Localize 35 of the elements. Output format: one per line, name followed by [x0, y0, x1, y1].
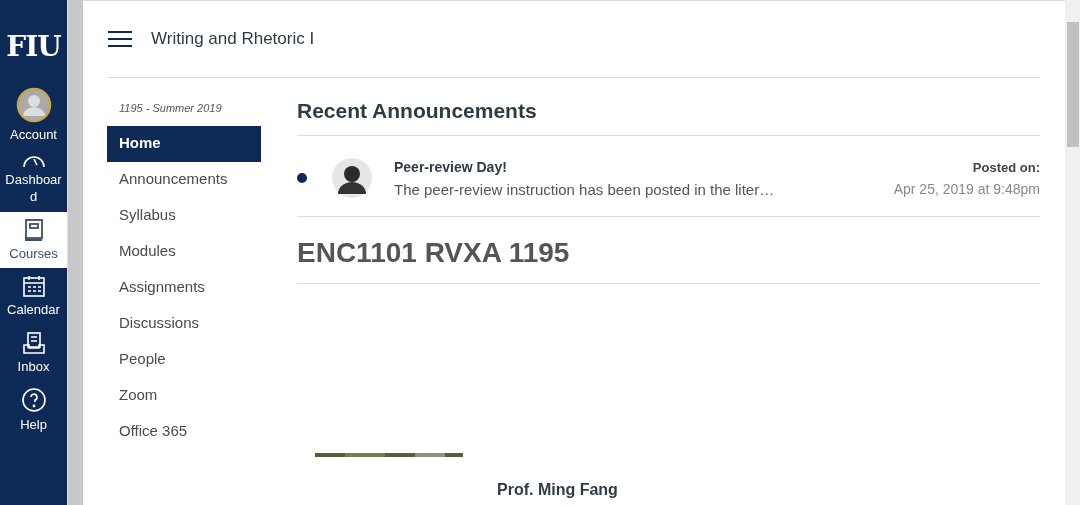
- nav-item[interactable]: Help: [0, 381, 67, 440]
- posted-label: Posted on:: [972, 159, 1040, 175]
- nav-item[interactable]: Courses: [0, 211, 67, 269]
- course-nav-item[interactable]: Modules: [107, 234, 261, 270]
- nav-item[interactable]: Inbox: [0, 324, 67, 382]
- book-icon: [22, 217, 45, 242]
- avatar-icon: [15, 87, 52, 123]
- nav-item[interactable]: Dashboar d: [0, 149, 67, 212]
- course-nav-item[interactable]: Announcements: [107, 162, 261, 198]
- nav-item[interactable]: Account: [0, 81, 67, 150]
- course-nav-item[interactable]: Home: [107, 126, 261, 162]
- course-nav-item[interactable]: Syllabus: [107, 198, 261, 234]
- course-nav-item[interactable]: Office 365: [107, 414, 261, 450]
- course-title: Writing and Rhetoric I: [151, 29, 315, 49]
- nav-item[interactable]: Calendar: [0, 268, 67, 325]
- course-nav-item[interactable]: Discussions: [107, 306, 261, 342]
- instructor-name: Prof. Ming Fang: [497, 481, 618, 500]
- help-icon: [20, 387, 47, 414]
- course-nav-item[interactable]: People: [107, 342, 261, 378]
- course-nav-item[interactable]: Zoom: [107, 378, 261, 414]
- announcement-title[interactable]: Peer-review Day!: [394, 158, 894, 175]
- announcement-excerpt: The peer-review instruction has been posted in the liter…: [394, 180, 776, 198]
- scrollbar[interactable]: [67, 0, 83, 505]
- inbox-icon: [21, 330, 46, 355]
- course-nav-item[interactable]: Assignments: [107, 270, 261, 306]
- posted-date: Apr 25, 2019 at 9:48pm: [893, 180, 1040, 197]
- scrollbar-thumb[interactable]: [1066, 22, 1079, 147]
- avatar-icon: [332, 158, 372, 198]
- gauge-icon: [22, 155, 45, 168]
- section-heading: Recent Announcements: [297, 78, 1040, 136]
- calendar-icon: [21, 274, 46, 299]
- page-heading: ENC1101 RVXA 1195: [297, 217, 1040, 284]
- term-label: 1195 - Summer 2019: [118, 101, 223, 116]
- logo[interactable]: FIU: [0, 0, 67, 81]
- menu-icon[interactable]: [107, 30, 133, 48]
